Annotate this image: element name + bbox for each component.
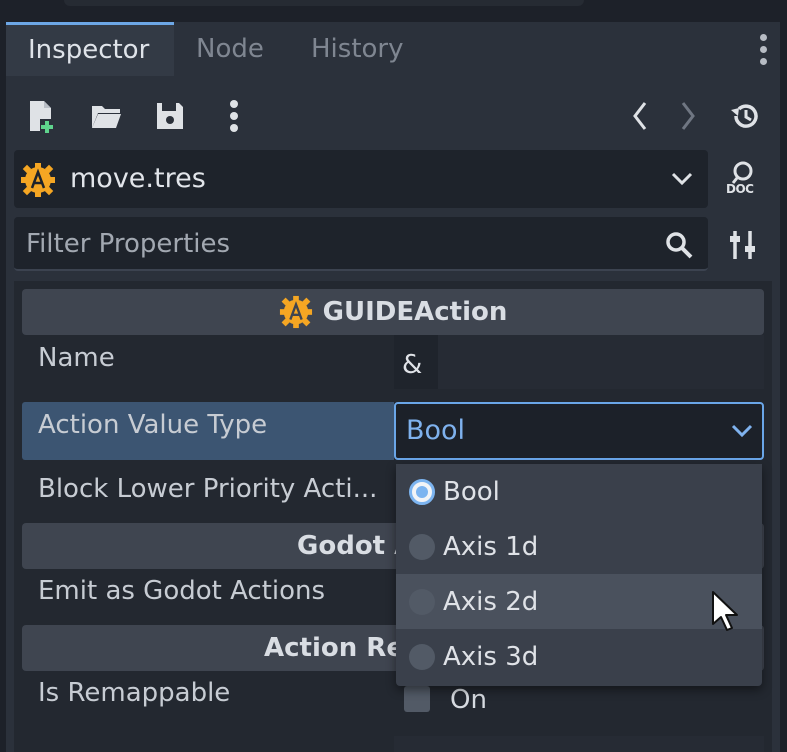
value-type-label: Action Value Type <box>38 410 268 440</box>
filter-placeholder: Filter Properties <box>26 229 231 259</box>
radio-selected-icon <box>409 478 435 505</box>
history-icon[interactable] <box>724 94 764 138</box>
tab-node[interactable]: Node <box>196 22 264 76</box>
chevron-down-icon[interactable] <box>670 168 694 194</box>
tab-history-label: History <box>311 34 404 64</box>
option-axis-1d[interactable]: Axis 1d <box>396 519 762 574</box>
tab-inspector[interactable]: Inspector <box>6 22 174 76</box>
radio-unselected-icon <box>409 643 435 670</box>
resource-name: move.tres <box>70 163 206 194</box>
section-action-remapping-label: Action Re <box>264 633 404 663</box>
option-label: Axis 2d <box>443 586 539 617</box>
is-remappable-label: Is Remappable <box>38 678 231 708</box>
is-remappable-value: On <box>450 685 487 715</box>
class-name: GUIDEAction <box>322 297 508 327</box>
radio-unselected-icon <box>409 533 435 560</box>
new-resource-icon[interactable] <box>22 94 62 138</box>
class-header: GUIDEAction <box>22 289 764 335</box>
search-icon <box>664 230 694 264</box>
forward-arrow-icon[interactable] <box>668 94 708 138</box>
radio-unselected-icon <box>409 588 435 615</box>
option-axis-3d[interactable]: Axis 3d <box>396 629 762 684</box>
dock-menu-icon[interactable] <box>756 30 772 70</box>
back-arrow-icon[interactable] <box>620 94 660 138</box>
save-icon[interactable] <box>150 94 190 138</box>
emit-godot-actions-label: Emit as Godot Actions <box>38 576 326 606</box>
block-lower-priority-label: Block Lower Priority Acti... <box>38 474 378 504</box>
name-label: Name <box>38 343 115 373</box>
more-menu-icon[interactable] <box>214 94 254 138</box>
open-folder-icon[interactable] <box>86 94 126 138</box>
top-scrollbar[interactable] <box>64 0 584 6</box>
string-name-prefix: & <box>402 350 423 380</box>
godot-class-icon <box>279 295 312 329</box>
option-bool[interactable]: Bool <box>396 464 762 519</box>
select-chevron-icon <box>730 420 754 446</box>
option-axis-2d[interactable]: Axis 2d <box>396 574 762 629</box>
tab-history[interactable]: History <box>311 22 404 76</box>
tools-icon[interactable] <box>728 228 758 266</box>
is-remappable-checkbox[interactable] <box>404 686 430 712</box>
mouse-cursor-icon <box>710 590 740 636</box>
doc-icon[interactable]: DOC <box>724 160 762 198</box>
name-input[interactable] <box>438 335 764 389</box>
option-label: Axis 1d <box>443 531 539 562</box>
next-property-field <box>394 736 764 752</box>
doc-label: DOC <box>726 182 754 196</box>
option-label: Bool <box>443 476 500 507</box>
tab-inspector-label: Inspector <box>28 35 150 65</box>
option-label: Axis 3d <box>443 641 539 672</box>
value-type-selected: Bool <box>406 415 466 446</box>
tab-node-label: Node <box>196 34 264 64</box>
godot-action-icon <box>20 162 56 202</box>
